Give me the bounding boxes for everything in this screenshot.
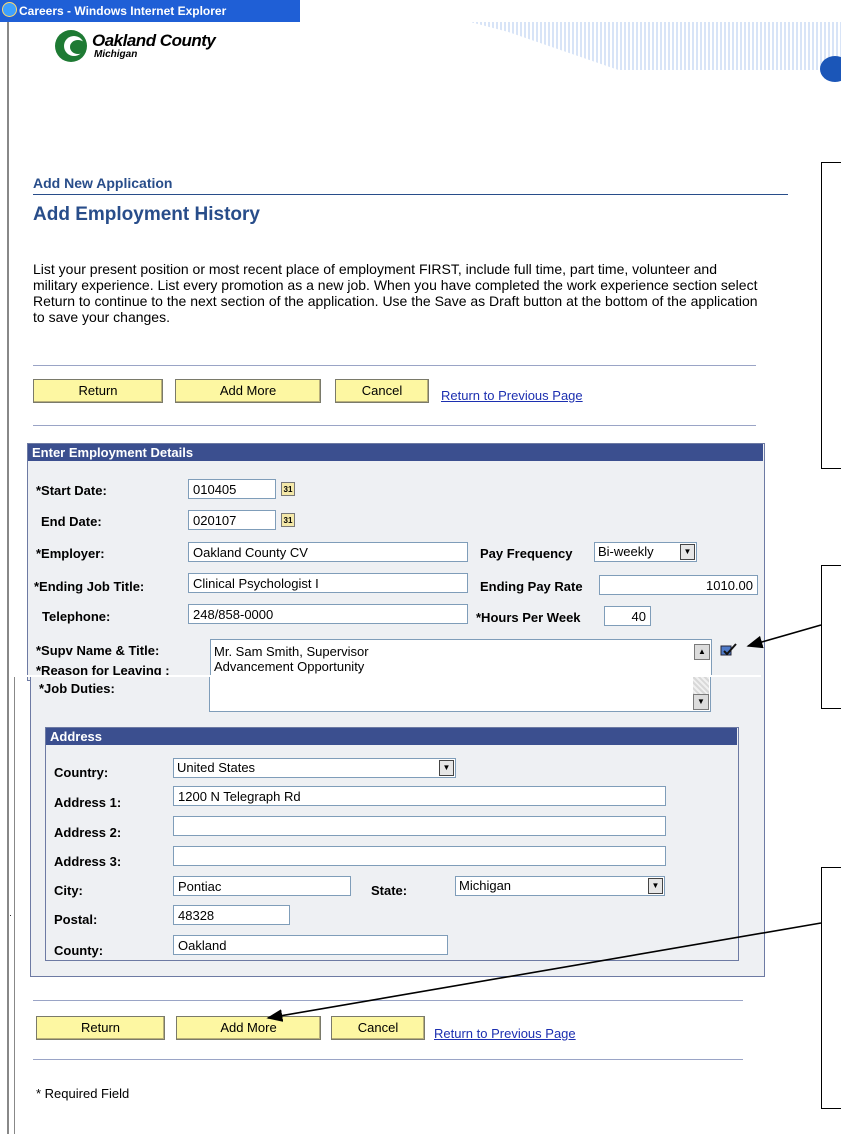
callout-arrows xyxy=(266,624,822,1022)
arrow-to-add-more xyxy=(266,922,822,1022)
arrow-to-spell-check xyxy=(746,624,822,649)
